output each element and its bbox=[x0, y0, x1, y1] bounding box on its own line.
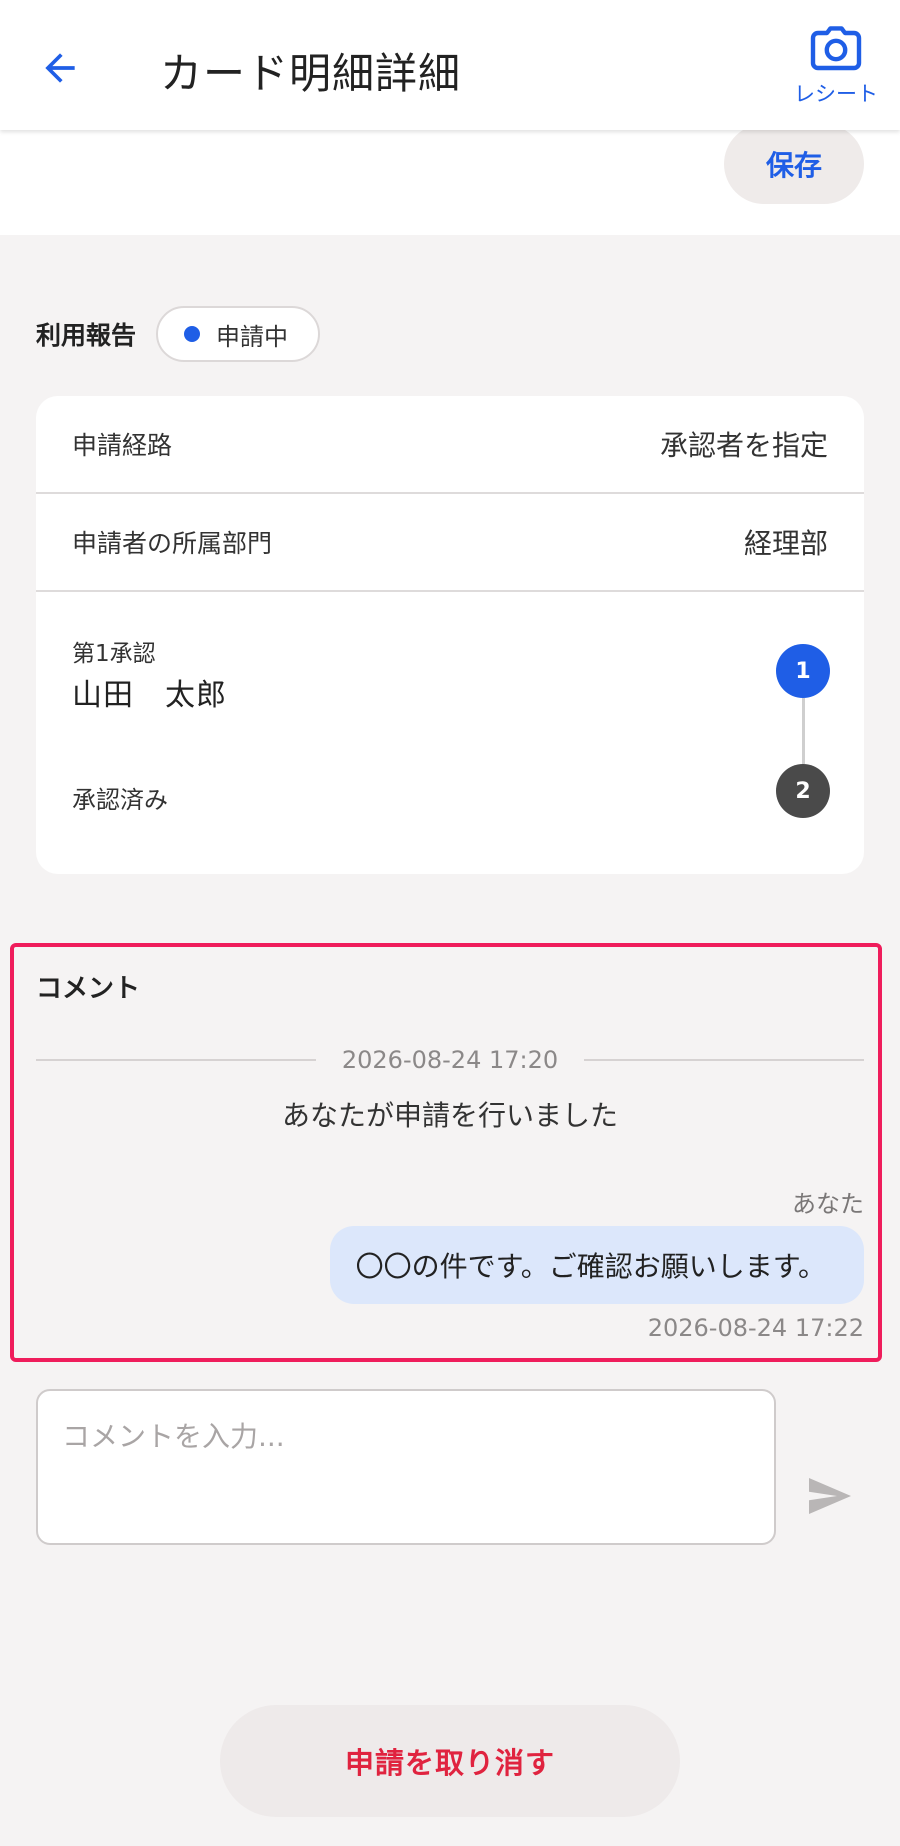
step-2-number: 2 bbox=[776, 764, 830, 818]
camera-icon bbox=[810, 26, 862, 71]
route-value: 承認者を指定 bbox=[659, 429, 828, 462]
arrow-left-icon bbox=[45, 53, 75, 83]
app-header: カード明細詳細 レシート bbox=[0, 0, 900, 130]
report-header: 利用報告 申請中 bbox=[36, 306, 321, 362]
approval-steps: 第1承認 山田 太郎 1 承認済み 2 bbox=[36, 594, 864, 874]
department-value: 経理部 bbox=[743, 527, 828, 560]
back-button[interactable] bbox=[30, 38, 90, 98]
approval-card: 申請経路 承認者を指定 申請者の所属部門 経理部 第1承認 山田 太郎 1 承認… bbox=[36, 396, 864, 874]
status-text: 申請中 bbox=[216, 322, 289, 351]
department-label: 申請者の所属部門 bbox=[72, 529, 273, 558]
date-divider: 2026-08-24 17:20 bbox=[36, 1040, 864, 1080]
comment-bubble: 〇〇の件です。ご確認お願いします。 bbox=[329, 1226, 864, 1304]
status-badge: 申請中 bbox=[156, 306, 321, 362]
department-row: 申請者の所属部門 経理部 bbox=[36, 494, 864, 592]
report-label: 利用報告 bbox=[36, 321, 137, 350]
cancel-application-button[interactable]: 申請を取り消す bbox=[220, 1705, 680, 1817]
comment-text: 〇〇の件です。ご確認お願いします。 bbox=[355, 1250, 826, 1283]
save-button[interactable]: 保存 bbox=[724, 124, 864, 204]
step-1-approver: 山田 太郎 bbox=[72, 678, 227, 713]
comment-input[interactable] bbox=[36, 1389, 776, 1545]
step-1-title: 第1承認 bbox=[72, 641, 156, 667]
divider-line-left bbox=[36, 1059, 316, 1061]
date-divider-text: 2026-08-24 17:20 bbox=[341, 1046, 559, 1074]
send-button[interactable] bbox=[800, 1466, 860, 1526]
comment-section-title: コメント bbox=[36, 974, 141, 1004]
receipt-label: レシート bbox=[794, 82, 878, 106]
step-2-title: 承認済み bbox=[72, 786, 168, 814]
comment-author: あなた bbox=[792, 1190, 864, 1218]
route-row: 申請経路 承認者を指定 bbox=[36, 396, 864, 494]
step-1-number: 1 bbox=[776, 644, 830, 698]
page-title: カード明細詳細 bbox=[160, 49, 462, 98]
system-message: あなたが申請を行いました bbox=[281, 1099, 618, 1132]
send-icon bbox=[809, 1478, 851, 1514]
card-statement-detail-page: カード明細詳細 レシート 保存 利用報告 申請中 申請経路 承認者を指定 申請者… bbox=[0, 0, 900, 1846]
route-label: 申請経路 bbox=[72, 431, 173, 460]
receipt-button[interactable]: レシート bbox=[790, 26, 882, 116]
comment-timestamp: 2026-08-24 17:22 bbox=[647, 1314, 864, 1342]
status-dot-icon bbox=[184, 326, 201, 342]
step-connector bbox=[802, 698, 805, 764]
divider-line-right bbox=[584, 1059, 864, 1061]
